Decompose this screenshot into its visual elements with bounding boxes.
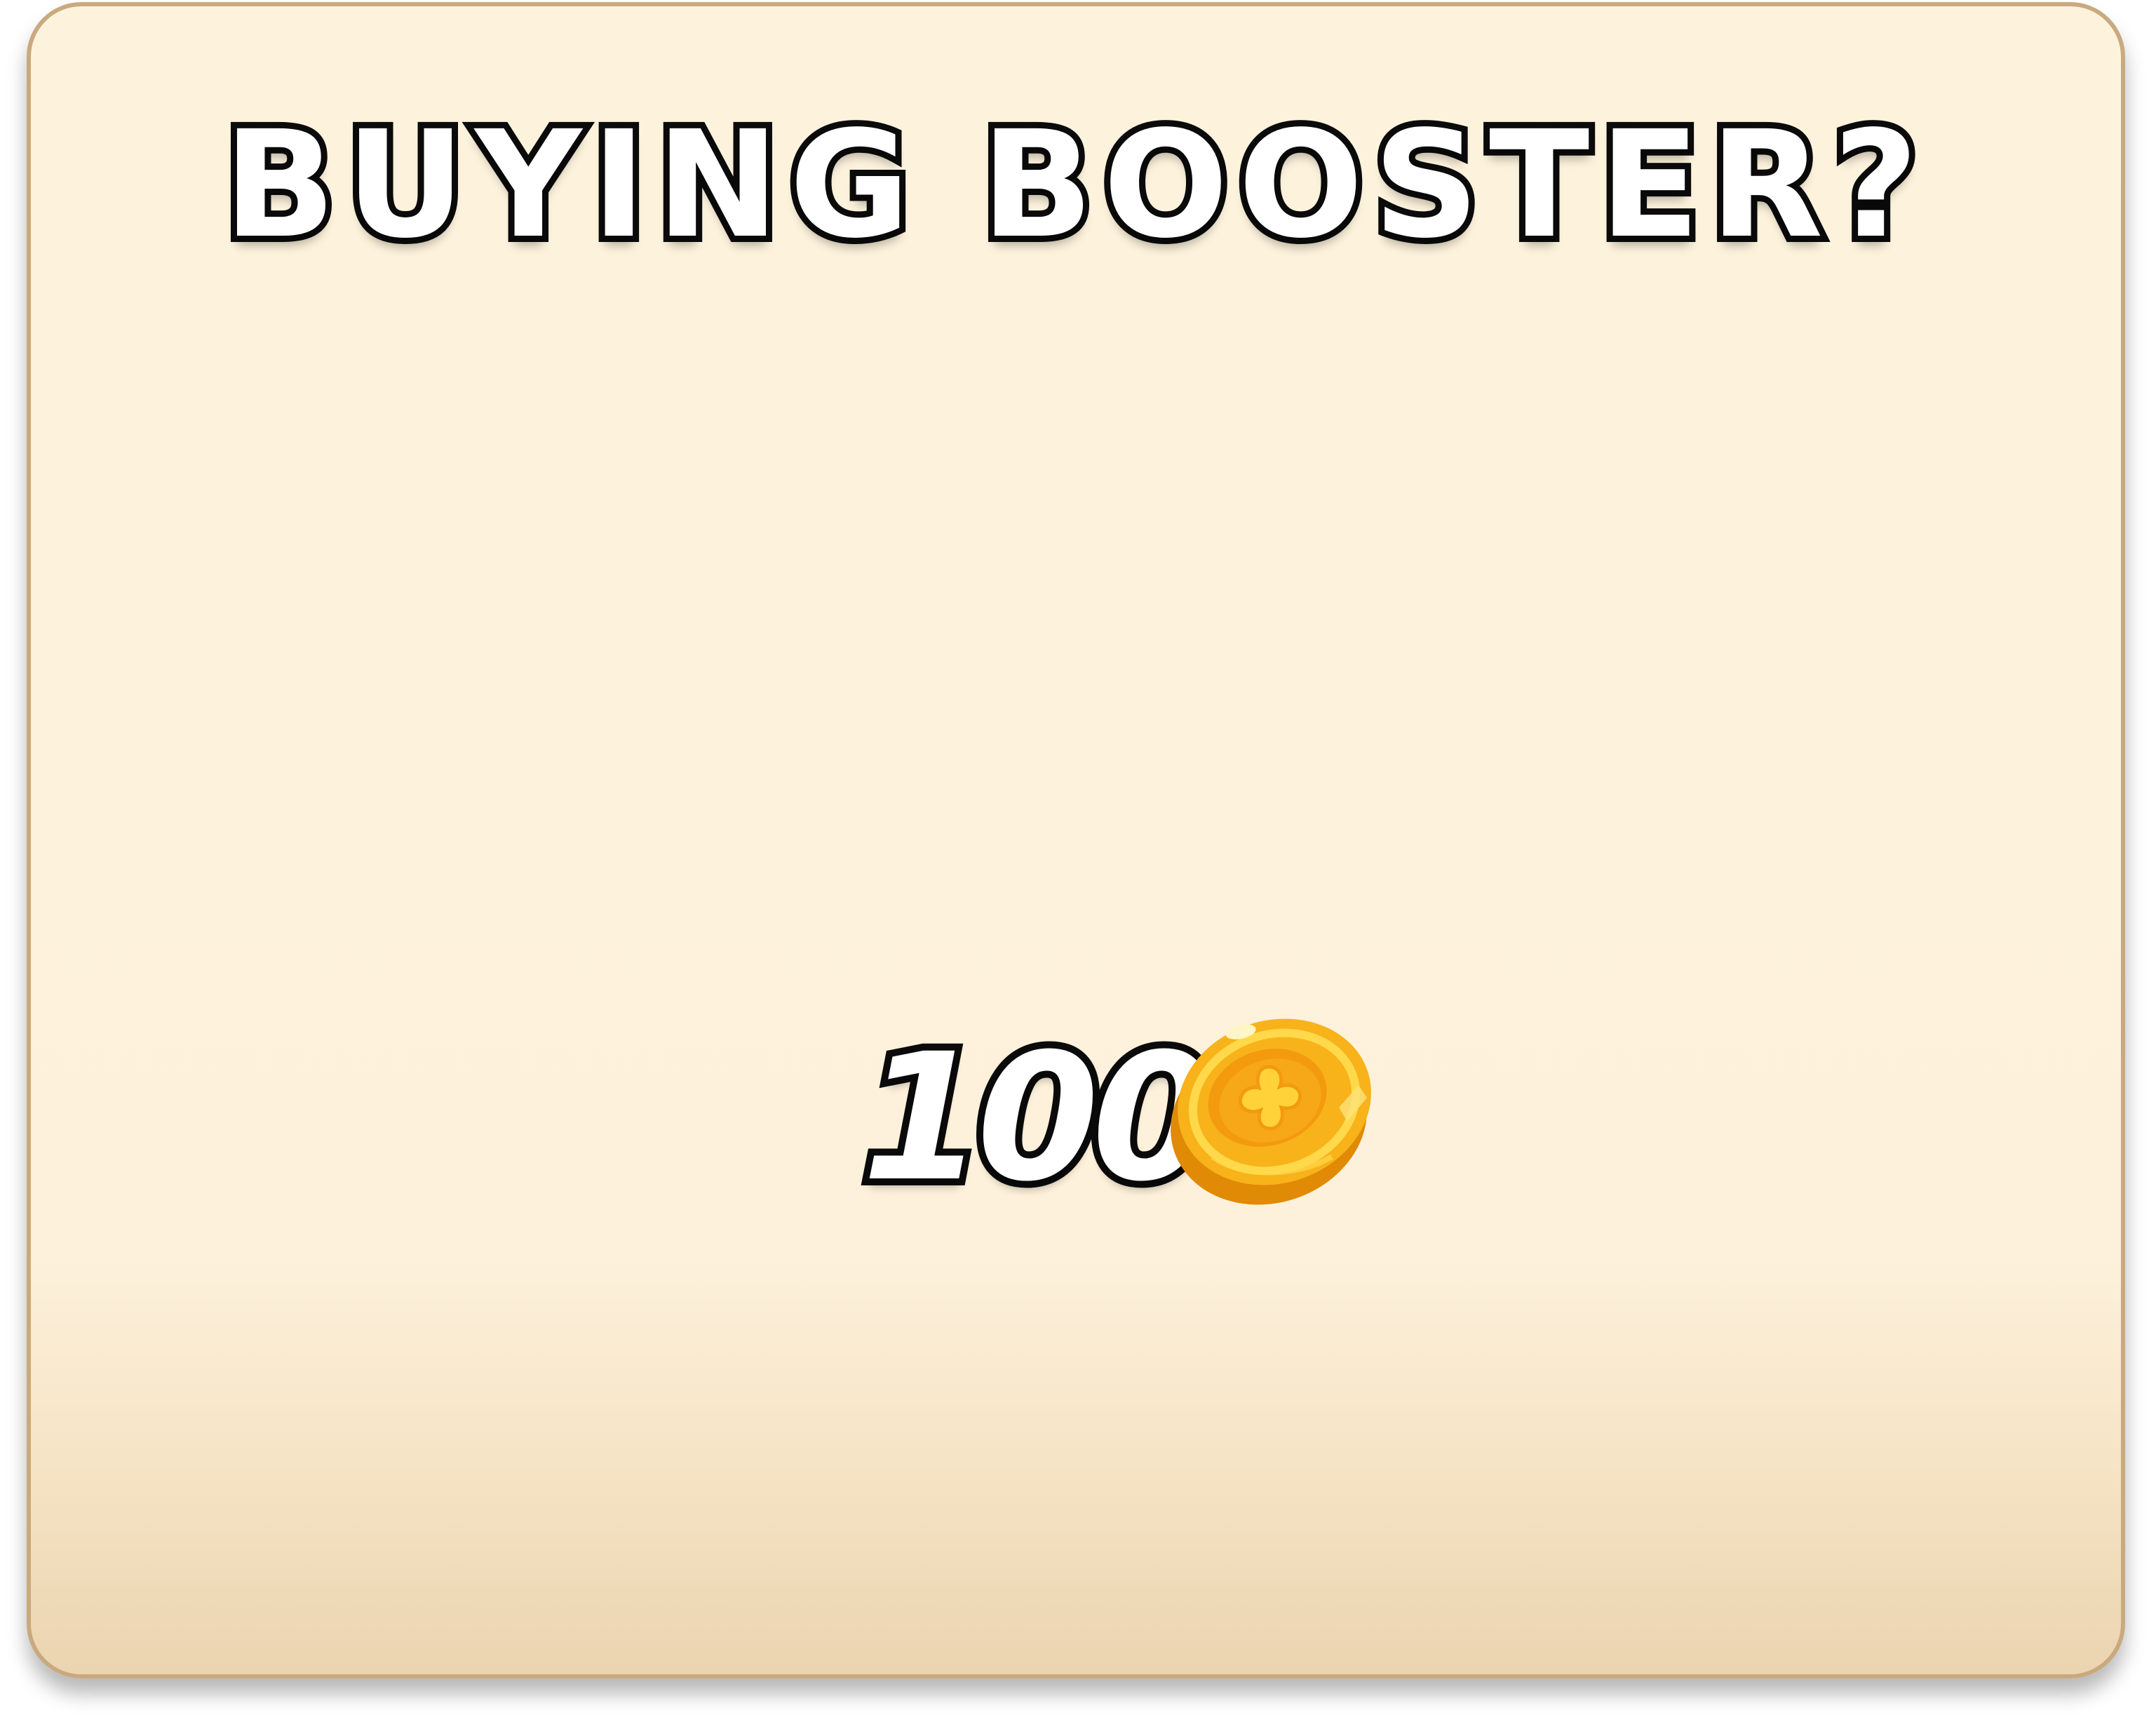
purchase-dialog-panel: BUYING BOOSTER? 100 <box>27 2 2125 1678</box>
game-screen: BUYING BOOSTER? 100 <box>0 0 2156 1736</box>
gold-coin-icon <box>1164 1002 1381 1213</box>
price-amount: 100 <box>855 1016 1221 1220</box>
dialog-title: BUYING BOOSTER? <box>217 99 1929 271</box>
price-display: 100 <box>855 1002 1395 1220</box>
